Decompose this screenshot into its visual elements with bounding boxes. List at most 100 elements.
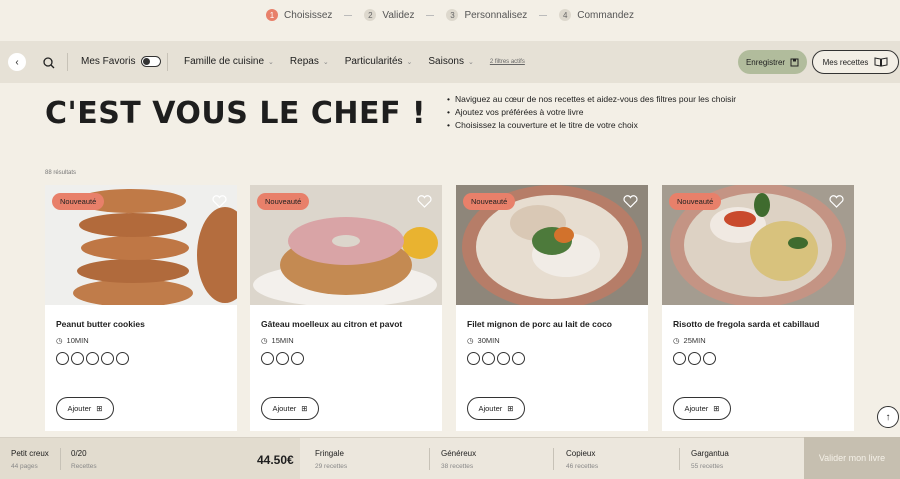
add-button[interactable]: Ajouter ⊞ — [261, 397, 319, 420]
size-recipes: 38 recettes — [441, 463, 474, 470]
diet-icon — [482, 352, 495, 365]
instruction-item: Naviguez au cœur de nos recettes et aide… — [447, 93, 736, 106]
time-label: 30MIN — [477, 336, 500, 345]
clock-icon: ◷ — [467, 336, 474, 345]
step-personalize[interactable]: 3 Personnalisez — [446, 9, 527, 21]
bar-divider — [60, 448, 61, 470]
bar-divider — [679, 448, 680, 470]
filter-seasons[interactable]: Saisons ⌄ — [428, 56, 473, 67]
chevron-down-icon: ⌄ — [322, 59, 329, 66]
scroll-to-top-button[interactable]: ↑ — [877, 406, 899, 428]
filter-meal[interactable]: Repas ⌄ — [290, 56, 329, 67]
recipe-title[interactable]: Risotto de fregola sarda et cabillaud — [673, 319, 819, 329]
diet-icon — [673, 352, 686, 365]
diet-icon — [86, 352, 99, 365]
recipe-title[interactable]: Filet mignon de porc au lait de coco — [467, 319, 612, 329]
heart-icon[interactable] — [417, 195, 432, 208]
recipe-image[interactable]: Nouveauté — [250, 185, 442, 305]
filter-particularities[interactable]: Particularités ⌄ — [345, 56, 413, 67]
diet-icon — [276, 352, 289, 365]
add-label: Ajouter — [272, 404, 297, 413]
heart-icon[interactable] — [623, 195, 638, 208]
recipe-card[interactable]: Nouveauté Peanut butter cookies ◷ 10MIN A… — [45, 185, 237, 431]
diet-icon — [497, 352, 510, 365]
chevron-down-icon: ⌄ — [467, 59, 474, 66]
save-icon — [790, 58, 799, 66]
step-number: 2 — [364, 9, 377, 21]
add-button[interactable]: Ajouter ⊞ — [467, 397, 525, 420]
recipe-image[interactable]: Nouveauté — [662, 185, 854, 305]
clock-icon: ◷ — [261, 336, 268, 345]
book-price: 44.50€ — [257, 453, 294, 467]
bar-divider — [553, 448, 554, 470]
add-button[interactable]: Ajouter ⊞ — [56, 397, 114, 420]
favorites-toggle-group: Mes Favoris — [81, 56, 162, 67]
search-icon[interactable] — [42, 56, 56, 70]
heart-icon[interactable] — [212, 195, 227, 208]
save-button[interactable]: Enregistrer — [738, 50, 807, 74]
diet-icons — [673, 352, 716, 365]
step-number: 4 — [559, 9, 572, 21]
validate-book-button[interactable]: Valider mon livre — [804, 437, 900, 479]
size-recipes: 55 recettes — [691, 463, 724, 470]
recipe-card[interactable]: Nouveauté Filet mignon de porc au lait d… — [456, 185, 648, 431]
recipe-card[interactable]: Nouveauté Gâteau moelleux au citron et p… — [250, 185, 442, 431]
chevron-down-icon: ⌄ — [406, 59, 413, 66]
step-separator — [426, 14, 435, 16]
step-choose[interactable]: 1 Choisissez — [266, 9, 332, 21]
book-icon — [874, 57, 888, 67]
add-label: Ajouter — [478, 404, 503, 413]
filter-label: Famille de cuisine — [184, 56, 265, 67]
diet-icons — [467, 352, 525, 365]
step-validate[interactable]: 2 Validez — [364, 9, 414, 21]
filter-label: Saisons — [428, 56, 464, 67]
recipe-image[interactable]: Nouveauté — [456, 185, 648, 305]
my-recipes-button[interactable]: Mes recettes — [812, 50, 899, 74]
book-size-option[interactable]: Généreux 38 recettes — [441, 438, 476, 479]
new-badge: Nouveauté — [257, 193, 310, 210]
book-size-option[interactable]: Gargantua 55 recettes — [691, 438, 729, 479]
diet-icon — [688, 352, 701, 365]
time-label: 15MIN — [271, 336, 294, 345]
back-button[interactable]: ‹ — [8, 53, 26, 71]
toolbar-divider — [67, 53, 68, 71]
recipe-title[interactable]: Peanut butter cookies — [56, 319, 145, 329]
instruction-item: Choisissez la couverture et le titre de … — [447, 119, 736, 132]
diet-icon — [116, 352, 129, 365]
recipe-image[interactable]: Nouveauté — [45, 185, 237, 305]
size-recipes: 46 recettes — [566, 463, 599, 470]
arrow-up-icon: ↑ — [885, 411, 891, 423]
active-filters-link[interactable]: 2 filtres actifs — [490, 59, 525, 65]
filter-menu: Famille de cuisine ⌄ Repas ⌄ Particularité… — [184, 56, 525, 67]
book-add-icon: ⊞ — [96, 404, 103, 413]
heart-icon[interactable] — [829, 195, 844, 208]
diet-icons — [56, 352, 129, 365]
results-count: 88 résultats — [45, 170, 77, 176]
add-button[interactable]: Ajouter ⊞ — [673, 397, 731, 420]
step-label: Commandez — [577, 9, 634, 21]
recipe-card[interactable]: Nouveauté Risotto de fregola sarda et ca… — [662, 185, 854, 431]
recipe-time: ◷ 25MIN — [673, 336, 706, 345]
chevron-left-icon: ‹ — [15, 56, 19, 68]
add-label: Ajouter — [684, 404, 709, 413]
diet-icons — [261, 352, 304, 365]
step-number: 3 — [446, 9, 459, 21]
chevron-down-icon: ⌄ — [268, 59, 274, 66]
time-label: 25MIN — [683, 336, 706, 345]
favorites-toggle[interactable] — [141, 56, 162, 67]
save-label: Enregistrer — [745, 57, 786, 67]
recipe-time: ◷ 30MIN — [467, 336, 500, 345]
diet-icon — [56, 352, 69, 365]
recipe-title[interactable]: Gâteau moelleux au citron et pavot — [261, 319, 402, 329]
step-order[interactable]: 4 Commandez — [559, 9, 634, 21]
diet-icon — [71, 352, 84, 365]
book-size-option[interactable]: Copieux 46 recettes — [566, 438, 598, 479]
recipe-counter: 0/20 Recettes — [71, 438, 97, 479]
instructions-list: Naviguez au cœur de nos recettes et aide… — [447, 93, 736, 132]
book-size-option[interactable]: Fringale 29 recettes — [315, 438, 347, 479]
step-separator — [539, 14, 548, 16]
book-size-current[interactable]: Petit creux 44 pages — [0, 438, 300, 479]
book-add-icon: ⊞ — [507, 404, 514, 413]
size-recipes: 29 recettes — [315, 463, 348, 470]
filter-cuisine[interactable]: Famille de cuisine ⌄ — [184, 56, 274, 67]
